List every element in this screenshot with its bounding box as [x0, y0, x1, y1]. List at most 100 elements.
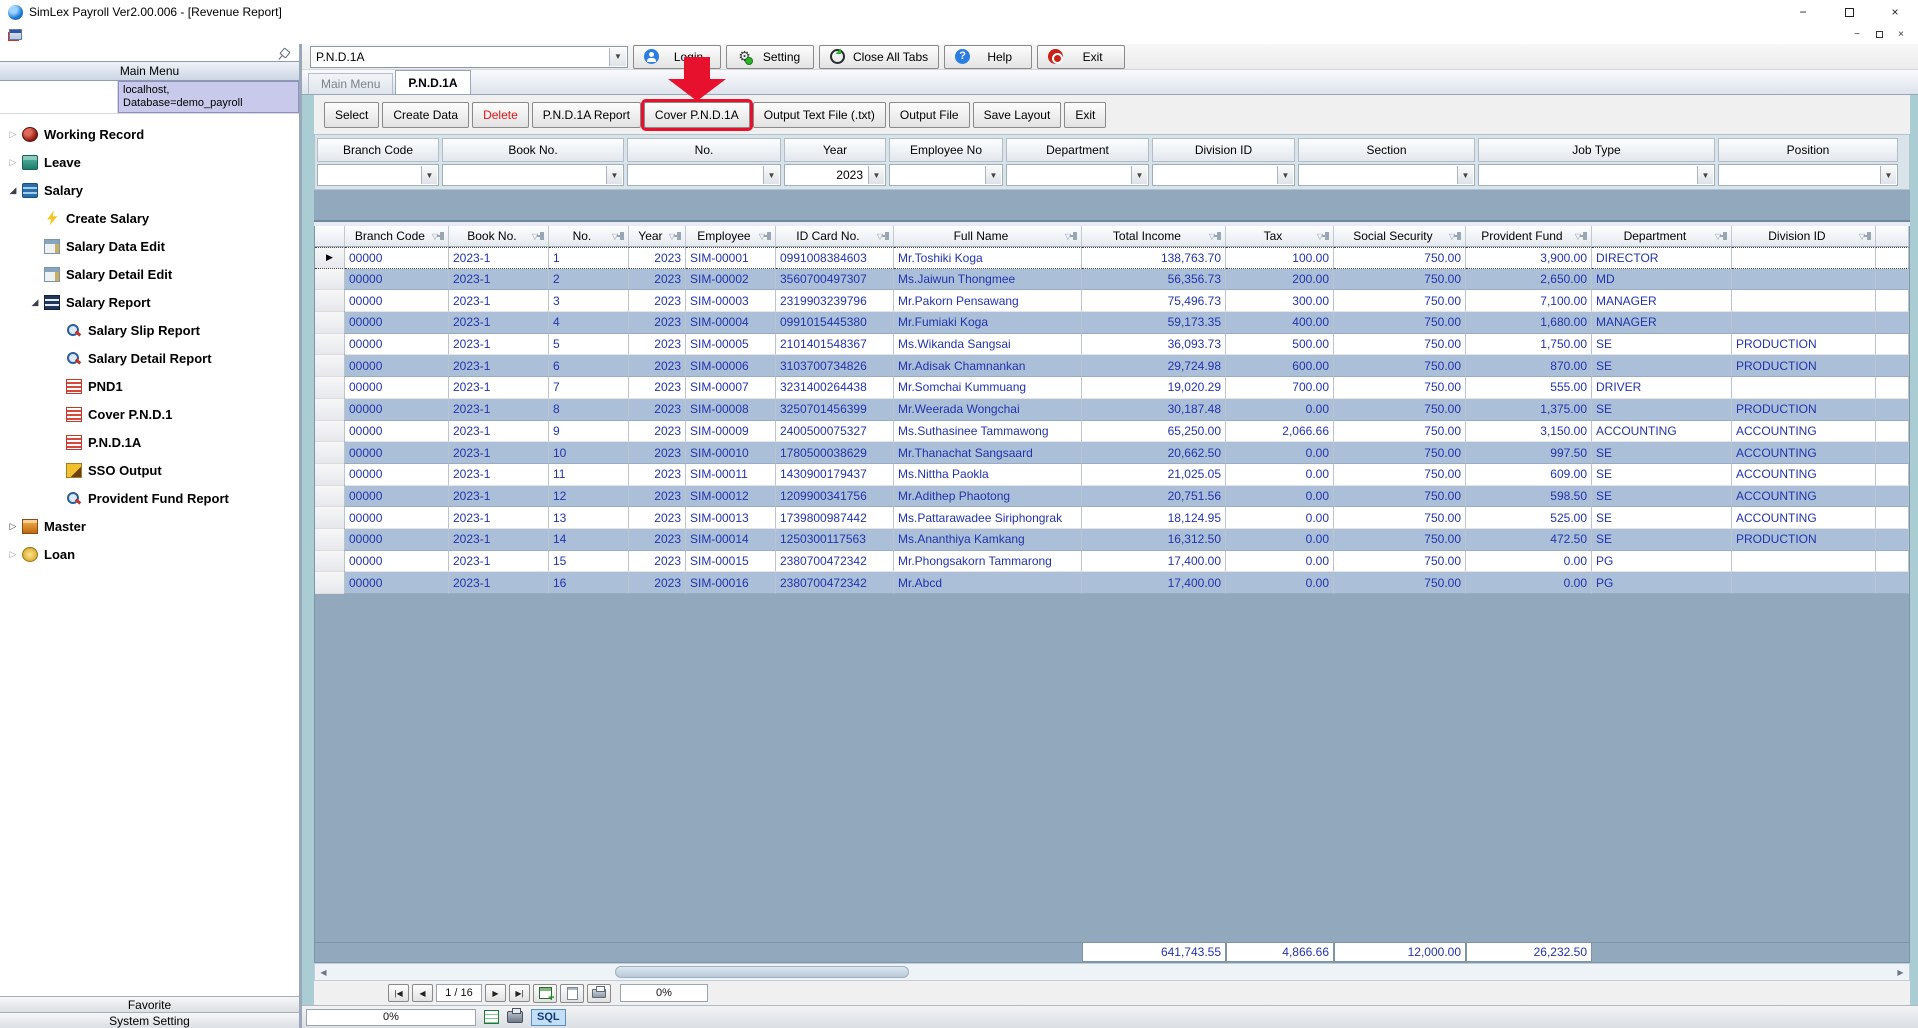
cell-year[interactable]: 2023	[629, 269, 686, 291]
cell-social-security[interactable]: 750.00	[1334, 529, 1466, 551]
cell-total-income[interactable]: 30,187.48	[1082, 399, 1226, 421]
cell-department[interactable]: SE	[1592, 507, 1732, 529]
filter-combo-book-no[interactable]: ▼	[442, 164, 624, 186]
cell-division-id[interactable]: PRODUCTION	[1732, 529, 1876, 551]
cell-full-name[interactable]: Mr.Phongsakorn Tammarong	[894, 551, 1082, 573]
cell-social-security[interactable]: 750.00	[1334, 464, 1466, 486]
child-window-icon[interactable]	[9, 29, 22, 40]
cell-full-name[interactable]: Ms.Ananthiya Kamkang	[894, 529, 1082, 551]
row-selector[interactable]	[315, 442, 345, 464]
append-record-button[interactable]	[533, 984, 557, 1003]
cell-year[interactable]: 2023	[629, 355, 686, 377]
cell-branch-code[interactable]: 00000	[345, 551, 449, 573]
cell-social-security[interactable]: 750.00	[1334, 399, 1466, 421]
pin-column-icon[interactable]	[677, 232, 681, 240]
cell-book-no[interactable]: 2023-1	[449, 377, 549, 399]
child-close-button[interactable]: ×	[1890, 26, 1912, 42]
cell-provident-fund[interactable]: 598.50	[1466, 486, 1592, 508]
cell-division-id[interactable]: ACCOUNTING	[1732, 442, 1876, 464]
printer-status-icon[interactable]	[507, 1011, 523, 1023]
sidebar-item-salary[interactable]: ◢Salary	[0, 176, 299, 204]
cell-employee[interactable]: SIM-00003	[686, 290, 776, 312]
chevron-down-icon[interactable]: ▼	[1131, 166, 1147, 184]
cell-branch-code[interactable]: 00000	[345, 572, 449, 594]
cell-id-card-no[interactable]: 3103700734826	[776, 355, 894, 377]
cell-book-no[interactable]: 2023-1	[449, 551, 549, 573]
cell-social-security[interactable]: 750.00	[1334, 377, 1466, 399]
cell-full-name[interactable]: Ms.Nittha Paokla	[894, 464, 1082, 486]
cell-full-name[interactable]: Mr.Somchai Kummuang	[894, 377, 1082, 399]
system-setting-bar[interactable]: System Setting	[0, 1012, 299, 1028]
cell-no[interactable]: 2	[549, 269, 629, 291]
cell-tax[interactable]: 0.00	[1226, 442, 1334, 464]
cell-department[interactable]: PG	[1592, 572, 1732, 594]
cell-branch-code[interactable]: 00000	[345, 355, 449, 377]
cell-book-no[interactable]: 2023-1	[449, 529, 549, 551]
chevron-down-icon[interactable]: ▼	[606, 166, 622, 184]
cell-no[interactable]: 11	[549, 464, 629, 486]
cell-year[interactable]: 2023	[629, 507, 686, 529]
cell-book-no[interactable]: 2023-1	[449, 464, 549, 486]
cell-total-income[interactable]: 75,496.73	[1082, 290, 1226, 312]
cell-tax[interactable]: 200.00	[1226, 269, 1334, 291]
cell-id-card-no[interactable]: 3250701456399	[776, 399, 894, 421]
pin-column-icon[interactable]	[1723, 232, 1727, 240]
action-button-save-layout[interactable]: Save Layout	[973, 102, 1062, 128]
cell-id-card-no[interactable]: 0991015445380	[776, 312, 894, 334]
cell-department[interactable]: SE	[1592, 399, 1732, 421]
column-header-full-name[interactable]: Full Name▽	[894, 226, 1082, 247]
pin-column-icon[interactable]	[767, 232, 771, 240]
cell-branch-code[interactable]: 00000	[345, 399, 449, 421]
cell-total-income[interactable]: 18,124.95	[1082, 507, 1226, 529]
chevron-down-icon[interactable]: ▼	[763, 166, 779, 184]
cell-id-card-no[interactable]: 1430900179437	[776, 464, 894, 486]
cell-social-security[interactable]: 750.00	[1334, 355, 1466, 377]
cell-social-security[interactable]: 750.00	[1334, 334, 1466, 356]
cell-no[interactable]: 15	[549, 551, 629, 573]
cell-department[interactable]: SE	[1592, 355, 1732, 377]
cell-employee[interactable]: SIM-00014	[686, 529, 776, 551]
cell-year[interactable]: 2023	[629, 572, 686, 594]
cell-department[interactable]: PG	[1592, 551, 1732, 573]
cell-department[interactable]: SE	[1592, 486, 1732, 508]
cell-branch-code[interactable]: 00000	[345, 442, 449, 464]
row-selector[interactable]	[315, 486, 345, 508]
cell-tax[interactable]: 0.00	[1226, 572, 1334, 594]
chevron-down-icon[interactable]: ▼	[985, 166, 1001, 184]
cell-provident-fund[interactable]: 609.00	[1466, 464, 1592, 486]
cell-division-id[interactable]	[1732, 247, 1876, 269]
cell-book-no[interactable]: 2023-1	[449, 355, 549, 377]
cell-full-name[interactable]: Ms.Wikanda Sangsai	[894, 334, 1082, 356]
cell-tax[interactable]: 0.00	[1226, 529, 1334, 551]
sidebar-item-loan[interactable]: ▷Loan	[0, 540, 299, 568]
column-header-id-card-no[interactable]: ID Card No.▽	[776, 226, 894, 247]
close-button[interactable]: ×	[1872, 0, 1918, 24]
cell-social-security[interactable]: 750.00	[1334, 551, 1466, 573]
tab-main-menu[interactable]: Main Menu	[308, 73, 393, 94]
cell-year[interactable]: 2023	[629, 290, 686, 312]
cell-total-income[interactable]: 29,724.98	[1082, 355, 1226, 377]
cell-division-id[interactable]	[1732, 312, 1876, 334]
cell-book-no[interactable]: 2023-1	[449, 486, 549, 508]
row-selector[interactable]	[315, 551, 345, 573]
row-selector[interactable]	[315, 269, 345, 291]
cell-full-name[interactable]: Mr.Abcd	[894, 572, 1082, 594]
scroll-right-icon[interactable]: ▶	[1893, 965, 1908, 979]
cell-department[interactable]: DRIVER	[1592, 377, 1732, 399]
sidebar-item-leave[interactable]: ▷Leave	[0, 148, 299, 176]
cell-department[interactable]: MANAGER	[1592, 312, 1732, 334]
pin-column-icon[interactable]	[1217, 232, 1221, 240]
filter-combo-no[interactable]: ▼	[627, 164, 781, 186]
cell-social-security[interactable]: 750.00	[1334, 247, 1466, 269]
cell-provident-fund[interactable]: 525.00	[1466, 507, 1592, 529]
cell-employee[interactable]: SIM-00010	[686, 442, 776, 464]
cell-branch-code[interactable]: 00000	[345, 486, 449, 508]
cell-id-card-no[interactable]: 1739800987442	[776, 507, 894, 529]
prev-page-button[interactable]: ◀	[412, 984, 433, 1002]
sidebar-item-salary-report[interactable]: ◢Salary Report	[0, 288, 299, 316]
chevron-down-icon[interactable]: ▼	[1880, 166, 1896, 184]
last-page-button[interactable]: ▶|	[509, 984, 530, 1002]
sidebar-item-salary-slip-report[interactable]: Salary Slip Report	[0, 316, 299, 344]
cell-full-name[interactable]: Mr.Thanachat Sangsaard	[894, 442, 1082, 464]
cell-employee[interactable]: SIM-00002	[686, 269, 776, 291]
